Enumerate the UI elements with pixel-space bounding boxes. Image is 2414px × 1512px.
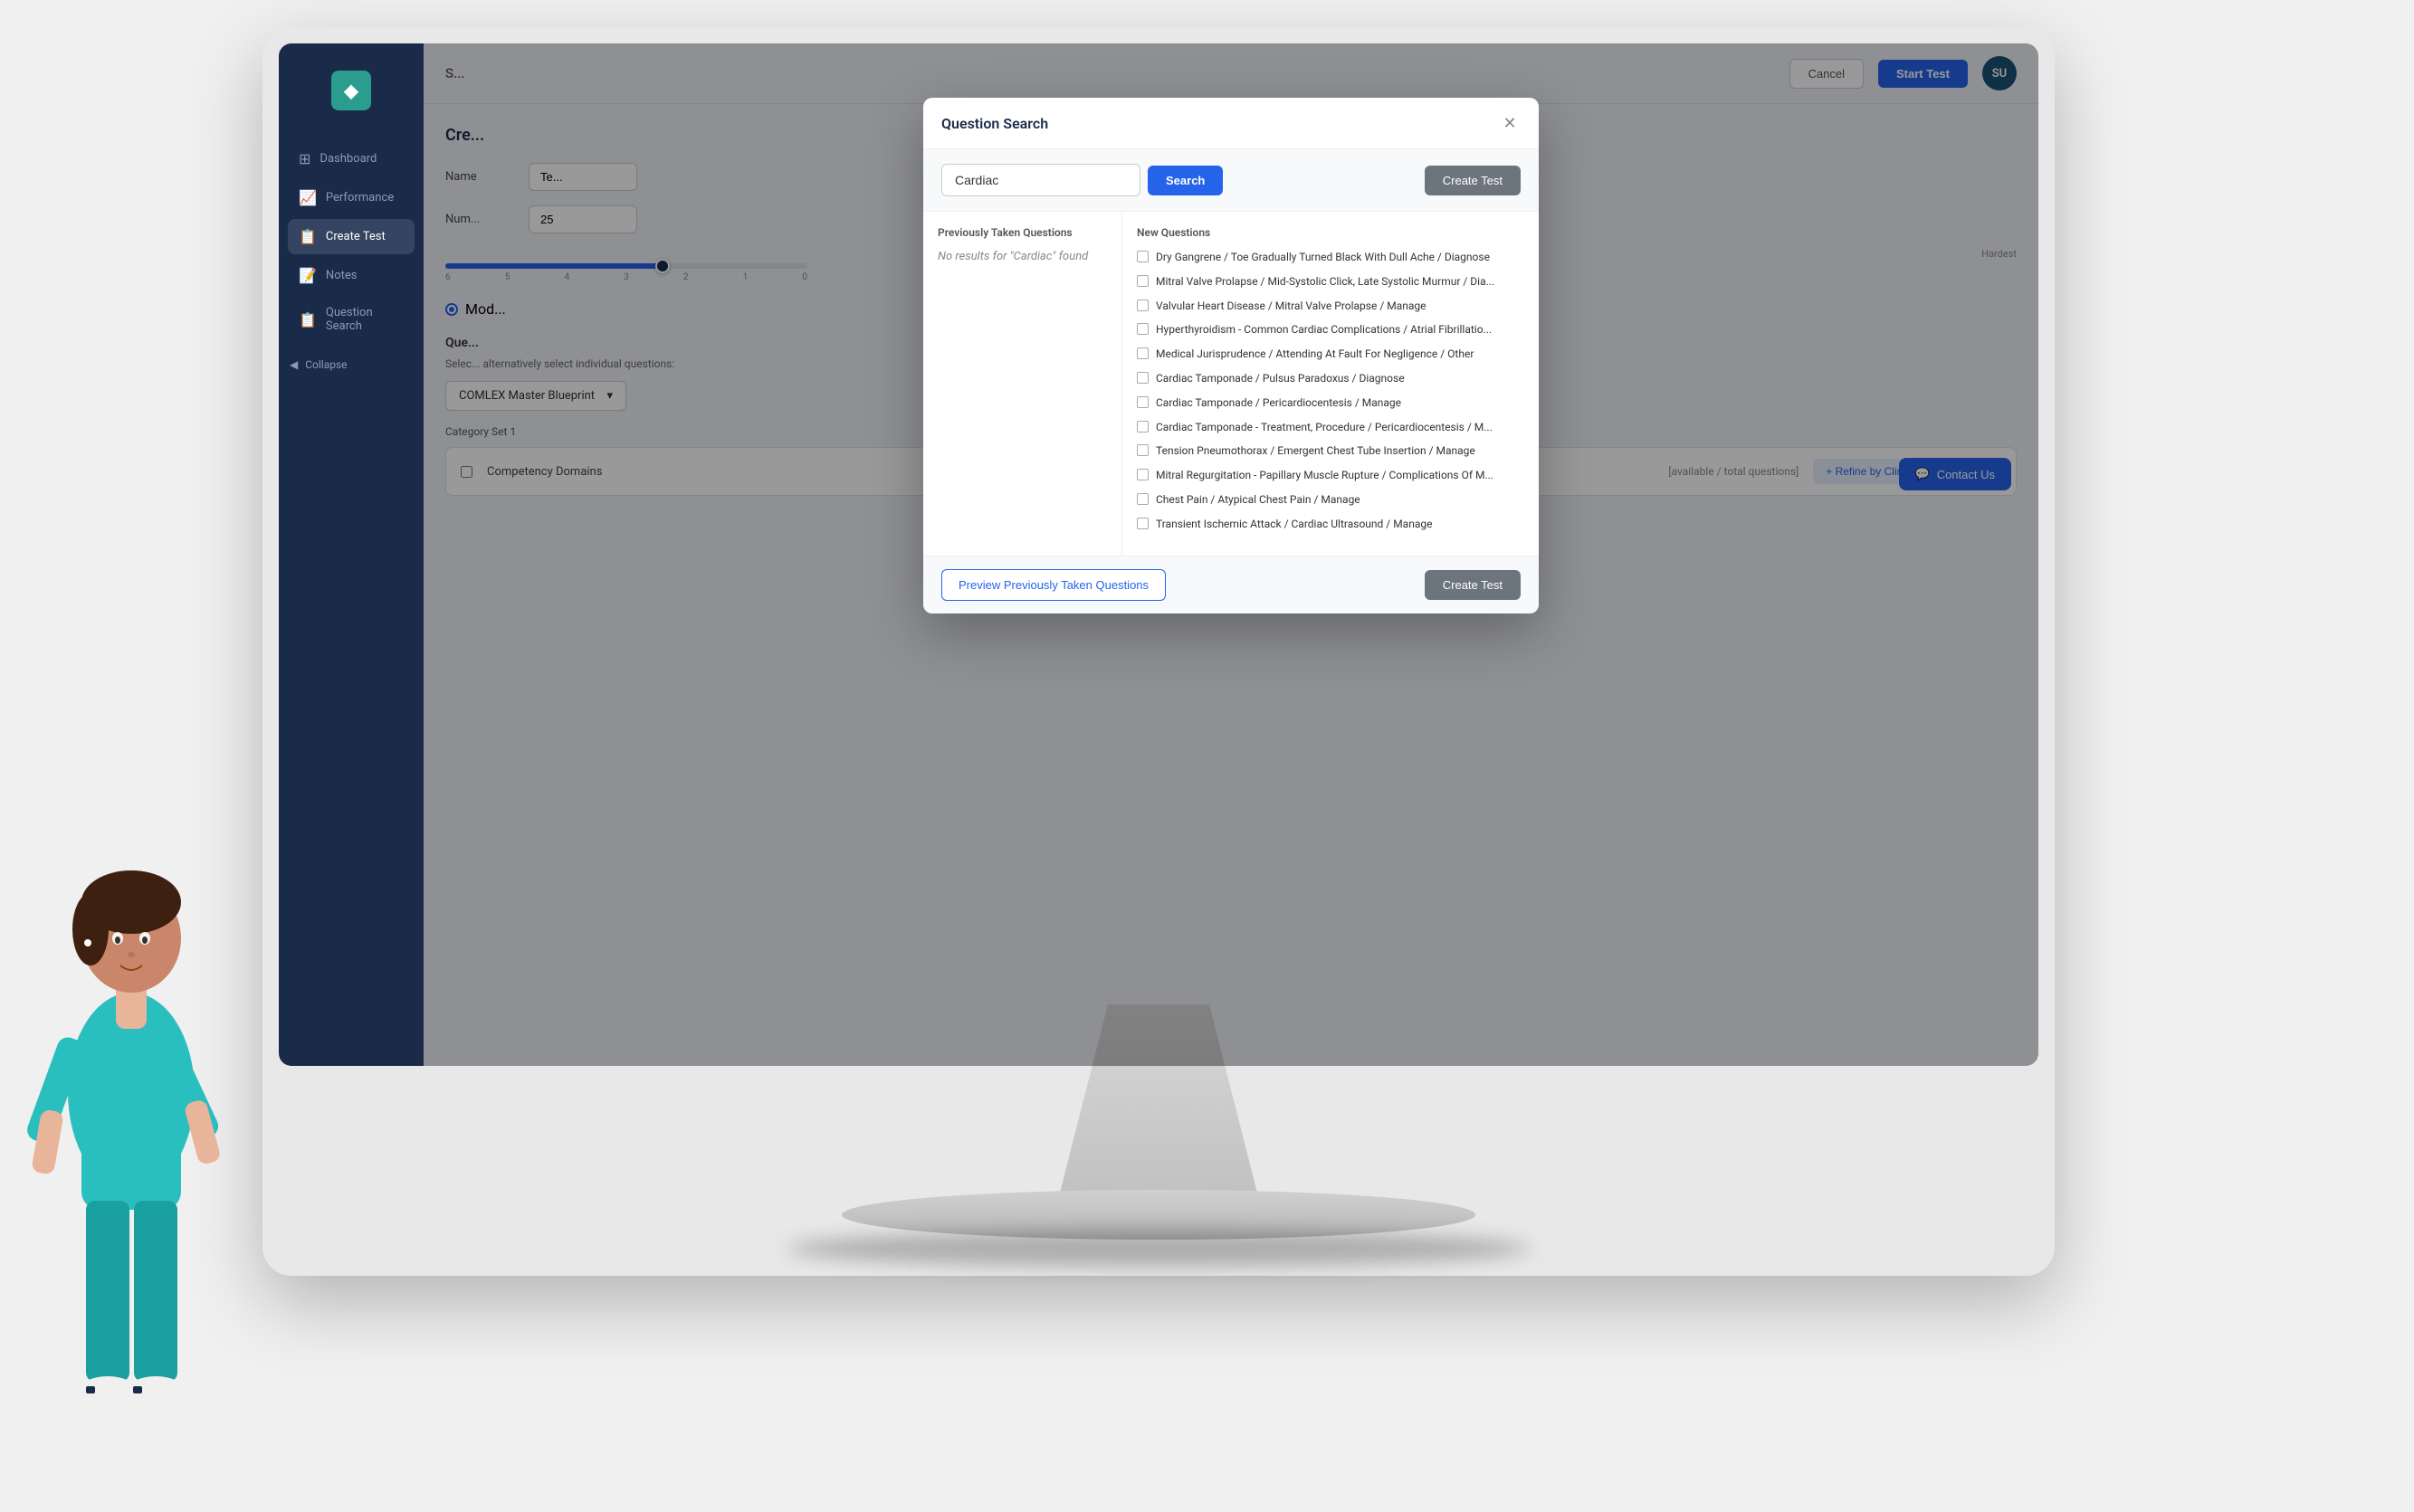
- question-text-3: Hyperthyroidism - Common Cardiac Complic…: [1156, 322, 1492, 338]
- monitor-screen: ◆ ⊞ Dashboard 📈 Performance 📋 Create Tes…: [279, 43, 2038, 1066]
- question-item[interactable]: Cardiac Tamponade - Treatment, Procedure…: [1137, 420, 1524, 435]
- sidebar-collapse[interactable]: ◀ Collapse: [279, 349, 424, 380]
- question-checkbox-3[interactable]: [1137, 323, 1149, 335]
- monitor-shadow: [787, 1231, 1530, 1267]
- preview-button[interactable]: Preview Previously Taken Questions: [941, 569, 1166, 601]
- sidebar-logo: ◆: [279, 62, 424, 119]
- create-test-modal-button[interactable]: Create Test: [1425, 166, 1521, 195]
- question-item[interactable]: Tension Pneumothorax / Emergent Chest Tu…: [1137, 443, 1524, 459]
- create-test-icon: 📋: [299, 228, 317, 245]
- notes-icon: 📝: [299, 267, 317, 284]
- sidebar-item-create-test[interactable]: 📋 Create Test: [288, 219, 415, 254]
- sidebar-item-dashboard[interactable]: ⊞ Dashboard: [288, 141, 415, 176]
- question-item[interactable]: Hyperthyroidism - Common Cardiac Complic…: [1137, 322, 1524, 338]
- modal-close-button[interactable]: ✕: [1499, 112, 1521, 134]
- question-checkbox-5[interactable]: [1137, 372, 1149, 384]
- create-test-footer-button[interactable]: Create Test: [1425, 570, 1521, 600]
- sidebar-item-label: Question Search: [326, 306, 404, 333]
- collapse-icon: ◀: [290, 358, 298, 371]
- question-item[interactable]: Valvular Heart Disease / Mitral Valve Pr…: [1137, 299, 1524, 314]
- question-checkbox-11[interactable]: [1137, 518, 1149, 529]
- question-text-11: Transient Ischemic Attack / Cardiac Ultr…: [1156, 517, 1432, 532]
- logo-icon: ◆: [331, 71, 371, 110]
- previously-taken-panel: Previously Taken Questions No results fo…: [923, 212, 1122, 556]
- question-item[interactable]: Mitral Valve Prolapse / Mid-Systolic Cli…: [1137, 274, 1524, 290]
- question-text-1: Mitral Valve Prolapse / Mid-Systolic Cli…: [1156, 274, 1494, 290]
- question-checkbox-2[interactable]: [1137, 300, 1149, 311]
- question-text-8: Tension Pneumothorax / Emergent Chest Tu…: [1156, 443, 1475, 459]
- modal-title: Question Search: [941, 115, 1048, 132]
- sidebar-item-label: Dashboard: [320, 152, 377, 166]
- sidebar-nav: ⊞ Dashboard 📈 Performance 📋 Create Test …: [279, 141, 424, 342]
- dashboard-icon: ⊞: [299, 150, 310, 167]
- question-text-4: Medical Jurisprudence / Attending At Fau…: [1156, 347, 1474, 362]
- question-checkbox-9[interactable]: [1137, 469, 1149, 480]
- question-item[interactable]: Transient Ischemic Attack / Cardiac Ultr…: [1137, 517, 1524, 532]
- question-text-6: Cardiac Tamponade / Pericardiocentesis /…: [1156, 395, 1401, 411]
- app-container: ◆ ⊞ Dashboard 📈 Performance 📋 Create Tes…: [279, 43, 2038, 1066]
- question-text-10: Chest Pain / Atypical Chest Pain / Manag…: [1156, 492, 1360, 508]
- new-questions-panel: New Questions Dry Gangrene / Toe Gradual…: [1122, 212, 1539, 556]
- question-checkbox-1[interactable]: [1137, 275, 1149, 287]
- question-text-0: Dry Gangrene / Toe Gradually Turned Blac…: [1156, 250, 1490, 265]
- question-text-2: Valvular Heart Disease / Mitral Valve Pr…: [1156, 299, 1426, 314]
- questions-list: Dry Gangrene / Toe Gradually Turned Blac…: [1137, 250, 1524, 532]
- question-search-icon: 📋: [299, 311, 317, 328]
- modal-header: Question Search ✕: [923, 98, 1539, 149]
- performance-icon: 📈: [299, 189, 317, 206]
- sidebar-item-question-search[interactable]: 📋 Question Search: [288, 297, 415, 342]
- sidebar: ◆ ⊞ Dashboard 📈 Performance 📋 Create Tes…: [279, 43, 424, 1066]
- question-text-9: Mitral Regurgitation - Papillary Muscle …: [1156, 468, 1493, 483]
- question-checkbox-8[interactable]: [1137, 444, 1149, 456]
- sidebar-item-label: Notes: [326, 269, 358, 282]
- previously-taken-header: Previously Taken Questions: [938, 226, 1107, 239]
- main-content: S... Cancel Start Test SU Cre... Name: [424, 43, 2038, 1066]
- question-text-5: Cardiac Tamponade / Pulsus Paradoxus / D…: [1156, 371, 1405, 386]
- question-item[interactable]: Cardiac Tamponade / Pulsus Paradoxus / D…: [1137, 371, 1524, 386]
- question-item[interactable]: Chest Pain / Atypical Chest Pain / Manag…: [1137, 492, 1524, 508]
- question-checkbox-0[interactable]: [1137, 251, 1149, 262]
- sidebar-item-label: Create Test: [326, 230, 386, 243]
- question-item[interactable]: Cardiac Tamponade / Pericardiocentesis /…: [1137, 395, 1524, 411]
- sidebar-item-label: Performance: [326, 191, 394, 204]
- sidebar-item-notes[interactable]: 📝 Notes: [288, 258, 415, 293]
- question-search-input[interactable]: [941, 164, 1140, 196]
- collapse-label: Collapse: [305, 358, 347, 371]
- question-checkbox-6[interactable]: [1137, 396, 1149, 408]
- search-button[interactable]: Search: [1148, 166, 1223, 195]
- question-checkbox-4[interactable]: [1137, 347, 1149, 359]
- nurse-illustration: [0, 712, 262, 1508]
- modal-overlay: Question Search ✕ Search Create Test: [424, 43, 2038, 1066]
- modal-footer: Preview Previously Taken Questions Creat…: [923, 556, 1539, 613]
- no-results-text: No results for "Cardiac" found: [938, 250, 1107, 263]
- question-checkbox-10[interactable]: [1137, 493, 1149, 505]
- question-text-7: Cardiac Tamponade - Treatment, Procedure…: [1156, 420, 1493, 435]
- monitor: ◆ ⊞ Dashboard 📈 Performance 📋 Create Tes…: [262, 27, 2055, 1276]
- new-questions-header: New Questions: [1137, 226, 1524, 239]
- sidebar-item-performance[interactable]: 📈 Performance: [288, 180, 415, 215]
- question-item[interactable]: Medical Jurisprudence / Attending At Fau…: [1137, 347, 1524, 362]
- question-item[interactable]: Dry Gangrene / Toe Gradually Turned Blac…: [1137, 250, 1524, 265]
- modal-search-row: Search Create Test: [923, 149, 1539, 212]
- question-item[interactable]: Mitral Regurgitation - Papillary Muscle …: [1137, 468, 1524, 483]
- modal-body: Previously Taken Questions No results fo…: [923, 212, 1539, 556]
- question-search-modal: Question Search ✕ Search Create Test: [923, 98, 1539, 613]
- question-checkbox-7[interactable]: [1137, 421, 1149, 433]
